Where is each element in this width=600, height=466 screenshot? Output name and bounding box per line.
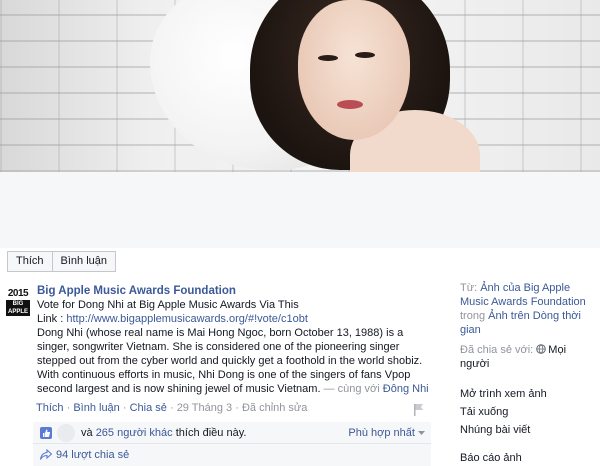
vote-link[interactable]: http://www.bigapplemusicawards.org/#!vot… — [66, 313, 308, 325]
post-line1: Vote for Dong Nhi at Big Apple Music Awa… — [37, 299, 299, 311]
likes-summary: và 265 người khác thích điều này. Phù hợ… — [33, 422, 431, 444]
page-name-link[interactable]: Big Apple Music Awards Foundation — [37, 285, 236, 297]
likes-text: và 265 người khác thích điều này. — [81, 427, 247, 439]
right-eye — [355, 52, 375, 58]
photo-source: Từ: Ảnh của Big Apple Music Awards Found… — [460, 282, 586, 336]
comment-button[interactable]: Bình luận — [52, 251, 116, 272]
footer-like-link[interactable]: Thích — [36, 402, 64, 414]
audience: Đã chia sẻ với: Mọi người — [460, 344, 567, 370]
cover-photo[interactable] — [0, 0, 600, 172]
footer-comment-link[interactable]: Bình luận — [73, 402, 119, 414]
post-link-prefix: Link : — [37, 313, 67, 325]
shares-count-link[interactable]: 94 lượt chia sẻ — [56, 449, 129, 461]
globe-icon — [536, 344, 547, 354]
download-link[interactable]: Tải xuống — [460, 405, 595, 419]
share-arrow-icon — [40, 449, 52, 460]
like-button[interactable]: Thích — [7, 251, 53, 272]
sort-dropdown[interactable]: Phù hợp nhất — [348, 427, 425, 439]
post-date[interactable]: 29 Tháng 3 — [177, 402, 232, 414]
photo-options-menu: Mở trình xem ảnh Tải xuống Nhúng bài viế… — [460, 387, 595, 437]
report-section: Báo cáo ảnh — [460, 451, 595, 465]
left-eye — [318, 55, 338, 61]
page-avatar[interactable]: 2015 BIG APPLE — [4, 288, 32, 316]
photo-sidebar: Từ: Ảnh của Big Apple Music Awards Found… — [460, 281, 595, 465]
chevron-down-icon — [418, 431, 425, 435]
tagged-person-link[interactable]: Đông Nhi — [383, 383, 429, 395]
others-link[interactable]: 265 người khác — [96, 427, 173, 439]
open-photo-viewer[interactable]: Mở trình xem ảnh — [460, 387, 595, 401]
embed-post-link[interactable]: Nhúng bài viết — [460, 423, 595, 437]
shares-summary: 94 lượt chia sẻ — [33, 444, 431, 466]
lips — [337, 100, 363, 109]
post-footer-actions: Thích · Bình luận · Chia sẻ · 29 Tháng 3… — [36, 402, 308, 414]
with-prefix: — cùng với — [320, 383, 383, 395]
edited-label[interactable]: Đã chỉnh sửa — [242, 402, 307, 414]
photo-letterbox — [0, 172, 600, 248]
photo-actions: Thích Bình luận — [7, 251, 116, 272]
post-content: Big Apple Music Awards Foundation Vote f… — [37, 284, 435, 396]
flag-icon[interactable] — [414, 404, 424, 416]
liker-avatar[interactable] — [57, 424, 75, 442]
face — [298, 0, 410, 140]
footer-share-link[interactable]: Chia sẻ — [130, 402, 167, 414]
report-photo-link[interactable]: Báo cáo ảnh — [460, 451, 595, 465]
thumbs-up-icon — [40, 427, 52, 439]
